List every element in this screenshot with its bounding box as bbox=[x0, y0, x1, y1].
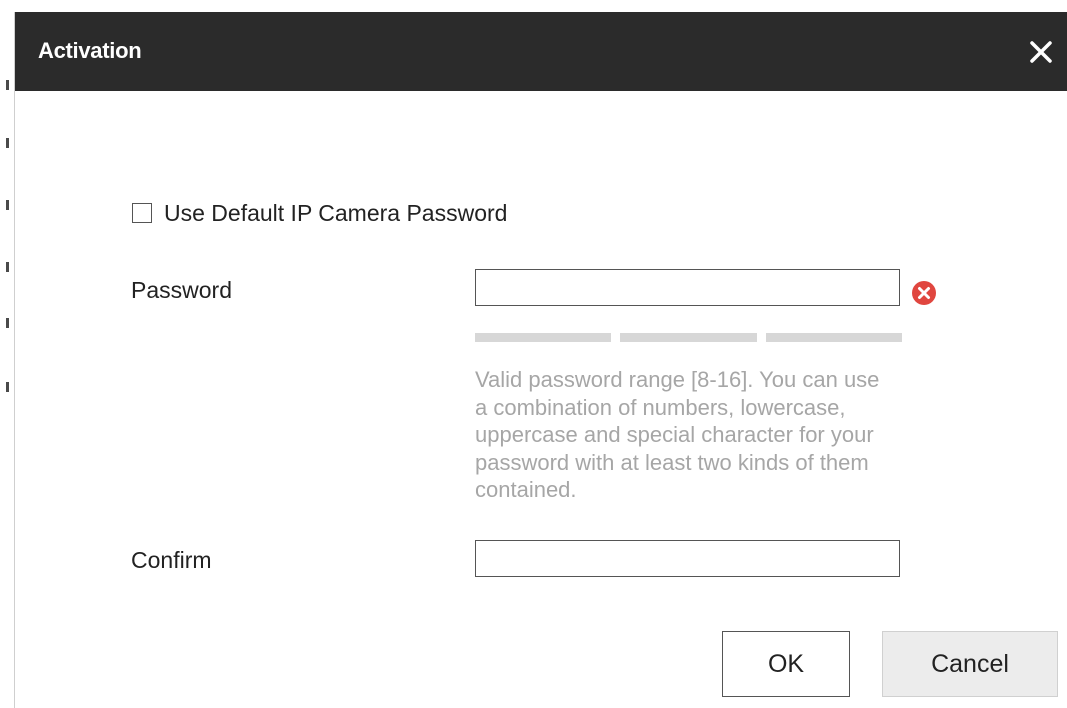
default-password-option[interactable]: Use Default IP Camera Password bbox=[132, 198, 507, 228]
background-page-edge bbox=[0, 0, 15, 708]
password-input[interactable] bbox=[475, 269, 900, 306]
dialog-title: Activation bbox=[38, 38, 142, 63]
activation-dialog: Activation Use Default IP Camera Passwor… bbox=[15, 12, 1067, 708]
default-password-checkbox[interactable] bbox=[132, 203, 152, 223]
password-label: Password bbox=[131, 277, 232, 303]
default-password-label: Use Default IP Camera Password bbox=[164, 199, 508, 226]
strength-bar-strong bbox=[766, 333, 902, 342]
strength-bar-medium bbox=[620, 333, 757, 342]
background-text-fragment bbox=[6, 262, 9, 272]
strength-bar-weak bbox=[475, 333, 611, 342]
background-text-fragment bbox=[6, 200, 9, 210]
background-text-fragment bbox=[6, 80, 9, 90]
close-icon[interactable] bbox=[1025, 36, 1057, 68]
cancel-button[interactable]: Cancel bbox=[882, 631, 1058, 697]
confirm-label: Confirm bbox=[131, 547, 212, 573]
background-text-fragment bbox=[6, 138, 9, 148]
error-icon bbox=[910, 279, 938, 307]
background-text-fragment bbox=[6, 318, 9, 328]
dialog-titlebar: Activation bbox=[15, 12, 1067, 91]
confirm-input[interactable] bbox=[475, 540, 900, 577]
ok-button[interactable]: OK bbox=[722, 631, 850, 697]
background-text-fragment bbox=[6, 382, 9, 392]
background-page-top bbox=[14, 0, 1067, 12]
password-hint: Valid password range [8-16]. You can use… bbox=[475, 367, 880, 502]
